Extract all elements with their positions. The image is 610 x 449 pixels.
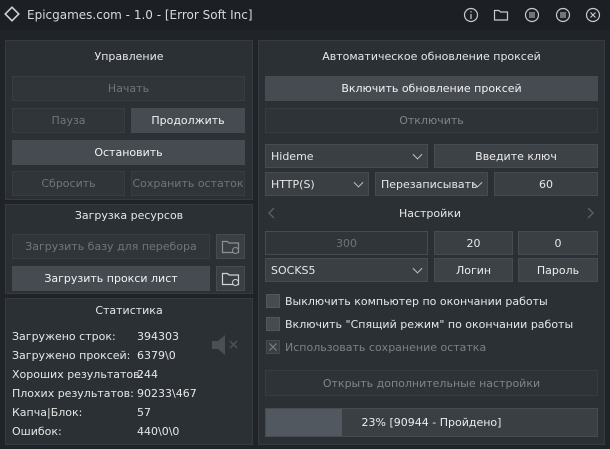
continue-button[interactable]: Продолжить (131, 108, 245, 133)
open-base-folder-button[interactable] (216, 234, 245, 259)
save-rest-checkbox-label: Использовать сохранение остатка (285, 341, 487, 354)
start-button[interactable]: Начать (12, 76, 245, 101)
chevron-down-icon (412, 149, 423, 160)
timeout-input[interactable]: 20 (434, 231, 513, 255)
proxy-source-select[interactable]: Hideme (265, 144, 428, 168)
protocol-value: HTTP(S) (271, 177, 315, 191)
stat-value: 57 (137, 406, 151, 419)
menu-icon[interactable] (554, 6, 572, 24)
proxy-type-value: SOCKS5 (271, 263, 316, 277)
stats-heading: Статистика (6, 300, 252, 320)
stat-label: Капча|Блок: (12, 406, 83, 419)
stat-label: Плохих результатов: (12, 387, 134, 400)
reset-button[interactable]: Сбросить (12, 171, 125, 196)
chevron-down-icon (412, 263, 423, 274)
password-button[interactable]: Пароль (518, 258, 598, 282)
mode-select[interactable]: Перезаписывать (375, 172, 488, 196)
sound-muted-icon[interactable] (209, 332, 241, 358)
stat-value: 244 (137, 368, 158, 381)
interval-input[interactable]: 60 (494, 172, 598, 196)
open-proxy-folder-button[interactable] (216, 266, 245, 291)
check-x-icon (269, 343, 277, 351)
protocol-select[interactable]: HTTP(S) (265, 172, 369, 196)
stat-value: 394303 (137, 330, 179, 343)
list-icon[interactable] (523, 6, 541, 24)
shutdown-checkbox[interactable] (266, 294, 280, 308)
sleep-mode-checkbox-label: Включить "Спящий режим" по окончании раб… (285, 318, 574, 331)
proxy-update-heading: Автоматическое обновление проксей (259, 45, 604, 67)
mode-value: Перезаписывать (381, 177, 478, 191)
window-title: Epicgames.com - 1.0 - [Error Soft Inc] (27, 8, 253, 22)
stat-label: Загружено проксей: (12, 349, 131, 362)
stat-value: 440\0\0 (137, 425, 180, 438)
proxy-source-value: Hideme (271, 149, 314, 163)
enter-key-button[interactable]: Введите ключ (434, 144, 598, 168)
save-rest-button[interactable]: Сохранить остаток (131, 171, 245, 196)
stop-button[interactable]: Остановить (12, 140, 245, 165)
load-base-button[interactable]: Загрузить базу для перебора (12, 234, 210, 259)
pause-button[interactable]: Пауза (12, 108, 125, 133)
chevron-left-icon[interactable] (266, 206, 278, 220)
management-heading: Управление (6, 45, 252, 67)
disable-proxy-update-button[interactable]: Отключить (265, 108, 598, 133)
threads-input[interactable]: 300 (265, 231, 428, 255)
chevron-down-icon (353, 177, 364, 188)
settings-heading: Настройки (300, 203, 560, 223)
enable-proxy-update-button[interactable]: Включить обновление проксей (265, 76, 598, 101)
stat-value: 90233\467 (137, 387, 197, 400)
progress-text: 23% [90944 - Пройдено] (361, 416, 502, 429)
more-settings-button[interactable]: Открыть дополнительные настройки (265, 370, 598, 396)
folder-icon (221, 240, 239, 254)
retries-input[interactable]: 0 (518, 231, 598, 255)
sleep-mode-checkbox[interactable] (266, 317, 280, 331)
info-icon[interactable] (462, 6, 480, 24)
stat-value: 6379\0 (137, 349, 176, 362)
folder-icon[interactable] (492, 6, 510, 24)
chevron-right-icon[interactable] (584, 206, 596, 220)
close-icon[interactable] (584, 6, 602, 24)
load-proxy-button[interactable]: Загрузить прокси лист (12, 266, 210, 291)
save-rest-checkbox[interactable] (266, 340, 280, 354)
proxy-type-select[interactable]: SOCKS5 (265, 258, 428, 282)
stat-label: Загружено строк: (12, 330, 116, 343)
resources-heading: Загрузка ресурсов (6, 205, 252, 225)
login-button[interactable]: Логин (434, 258, 513, 282)
folder-icon (221, 272, 239, 286)
stat-label: Ошибок: (12, 425, 62, 438)
stat-label: Хороших результатов: (12, 368, 144, 381)
shutdown-checkbox-label: Выключить компьютер по окончании работы (285, 295, 548, 308)
